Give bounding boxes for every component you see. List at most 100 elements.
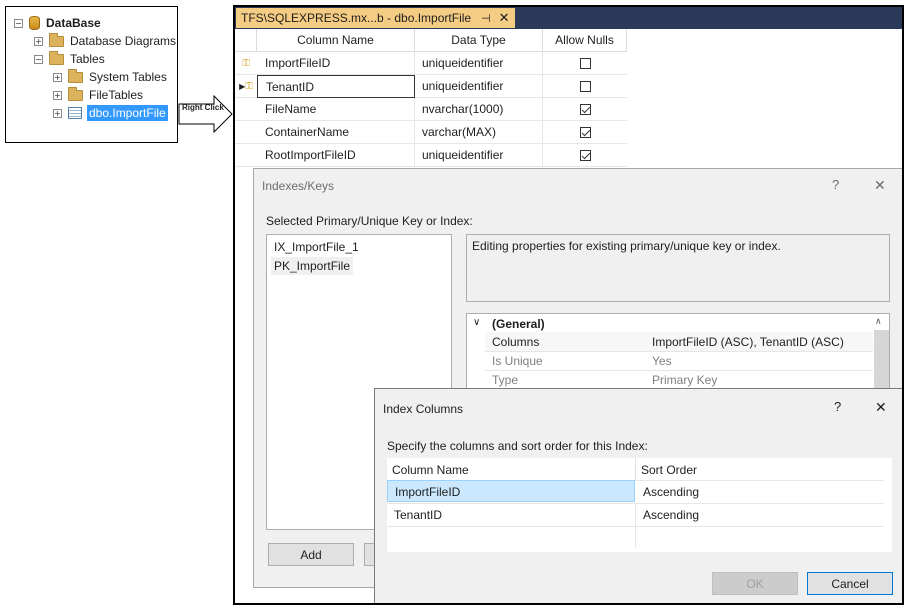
tree-node-filetables[interactable]: + FileTables [53,86,143,104]
property-name: Columns [492,335,540,349]
close-icon[interactable]: ✕ [874,177,886,194]
data-type-cell[interactable]: nvarchar(1000) [415,98,543,121]
table-row[interactable]: ContainerName varchar(MAX) [235,121,627,144]
table-designer-window: TFS\SQLEXPRESS.mx...b - dbo.ImportFile ⊣… [233,5,904,605]
folder-icon [49,32,64,47]
property-row[interactable]: Type Primary Key [485,370,873,389]
tree-node-label: System Tables [89,70,167,84]
property-value: Yes [652,354,672,368]
allow-nulls-checkbox[interactable] [579,149,591,161]
description-box: Editing properties for existing primary/… [466,234,890,302]
close-tab-icon[interactable]: ✕ [499,10,510,26]
cell-divider [635,526,636,548]
row-selector[interactable]: ⚿ [235,52,257,75]
table-row[interactable]: TenantID Ascending [387,503,884,527]
property-row[interactable]: Is Unique Yes [485,351,873,371]
column-name-cell[interactable]: TenantID [257,75,415,98]
column-name-cell[interactable]: ContainerName [257,121,415,144]
allow-nulls-checkbox[interactable] [579,103,591,115]
list-item[interactable]: IX_ImportFile_1 [274,240,359,254]
data-type-cell[interactable]: uniqueidentifier [415,144,543,167]
column-name-header: Column Name [257,29,415,52]
table-row[interactable]: ⚿ ImportFileID uniqueidentifier [235,52,627,75]
primary-key-icon: ⚿ [242,57,250,69]
property-grid: ∨ (General) ∧ Columns ImportFileID (ASC)… [466,313,890,394]
document-tab[interactable]: TFS\SQLEXPRESS.mx...b - dbo.ImportFile ⊣… [236,8,515,28]
tree-node-database[interactable]: − DataBase [14,14,101,32]
pin-icon[interactable]: ⊣ [481,12,491,25]
property-row[interactable]: Columns ImportFileID (ASC), TenantID (AS… [485,332,873,352]
expand-icon[interactable]: + [53,72,62,82]
property-value: ImportFileID (ASC), TenantID (ASC) [652,335,844,349]
allow-nulls-cell[interactable] [543,52,627,75]
table-row[interactable] [387,526,884,548]
column-name-cell[interactable]: RootImportFileID [257,144,415,167]
folder-icon [68,86,83,101]
data-type-cell[interactable]: uniqueidentifier [415,52,543,75]
close-icon[interactable]: ✕ [875,399,887,416]
expand-icon[interactable]: + [53,108,62,118]
row-selector[interactable] [235,144,257,167]
column-name-cell[interactable]: TenantID [394,508,442,522]
allow-nulls-cell[interactable] [543,121,627,144]
right-click-annotation: Right Click [182,103,224,112]
property-name: Type [492,373,519,387]
section-header: (General) [492,317,545,331]
row-selector[interactable]: ▶ ⚿ [235,75,257,98]
cell-text: ImportFileID [395,485,461,499]
database-icon [29,16,40,30]
table-icon [68,107,82,119]
allow-nulls-cell[interactable] [543,144,627,167]
primary-key-icon: ⚿ [245,80,253,92]
property-name: Is Unique [492,354,543,368]
collapse-icon[interactable]: − [14,18,23,28]
column-name-cell[interactable]: FileName [257,98,415,121]
scrollbar[interactable] [874,330,889,394]
tree-node-tables[interactable]: − Tables [34,50,105,68]
index-columns-grid: Column Name Sort Order ImportFileID Asce… [387,458,892,552]
property-value: Primary Key [652,373,718,387]
sort-order-cell[interactable]: Ascending [643,508,699,522]
allow-nulls-checkbox[interactable] [579,126,591,138]
sort-order-cell[interactable]: Ascending [643,485,699,499]
object-explorer-tree: − DataBase + Database Diagrams − Tables … [5,6,178,143]
allow-nulls-checkbox[interactable] [579,80,591,92]
row-selector[interactable] [235,121,257,144]
table-row[interactable]: ▶ ⚿ TenantID uniqueidentifier [235,75,627,98]
tree-node-system-tables[interactable]: + System Tables [53,68,167,86]
tree-node-database-diagrams[interactable]: + Database Diagrams [34,32,176,50]
sort-order-header: Sort Order [641,463,698,477]
collapse-icon[interactable]: − [34,54,43,64]
document-tab-bar: TFS\SQLEXPRESS.mx...b - dbo.ImportFile ⊣… [235,7,902,29]
expand-icon[interactable]: + [34,36,43,46]
index-columns-dialog: Index Columns ? ✕ Specify the columns an… [374,388,902,603]
table-row[interactable]: FileName nvarchar(1000) [235,98,627,121]
dialog-title: Index Columns [383,402,464,416]
help-icon[interactable]: ? [834,399,841,414]
tree-node-label: Database Diagrams [70,34,177,48]
column-name-cell[interactable]: ImportFileID [257,52,415,75]
data-type-cell[interactable]: uniqueidentifier [415,75,543,98]
expand-icon[interactable]: + [53,90,62,100]
row-selector-header [235,29,257,52]
folder-icon [49,50,64,65]
allow-nulls-cell[interactable] [543,75,627,98]
tree-node-dbo-importfile[interactable]: + dbo.ImportFile [53,104,168,122]
dialog-title: Indexes/Keys [262,179,335,193]
add-button[interactable]: Add [268,543,354,566]
data-type-header: Data Type [415,29,543,52]
description-text: Editing properties for existing primary/… [472,239,781,253]
column-name-cell[interactable]: ImportFileID [387,480,635,502]
list-item[interactable]: PK_ImportFile [271,257,354,275]
ok-button[interactable]: OK [712,572,798,595]
cancel-button[interactable]: Cancel [807,572,893,595]
scroll-up-icon[interactable]: ∧ [875,316,882,327]
chevron-down-icon[interactable]: ∨ [473,317,480,328]
row-selector[interactable] [235,98,257,121]
help-icon[interactable]: ? [832,177,839,192]
allow-nulls-checkbox[interactable] [579,57,591,69]
table-row[interactable]: RootImportFileID uniqueidentifier [235,144,627,167]
data-type-cell[interactable]: varchar(MAX) [415,121,543,144]
table-row[interactable]: ImportFileID Ascending [387,480,884,504]
allow-nulls-cell[interactable] [543,98,627,121]
